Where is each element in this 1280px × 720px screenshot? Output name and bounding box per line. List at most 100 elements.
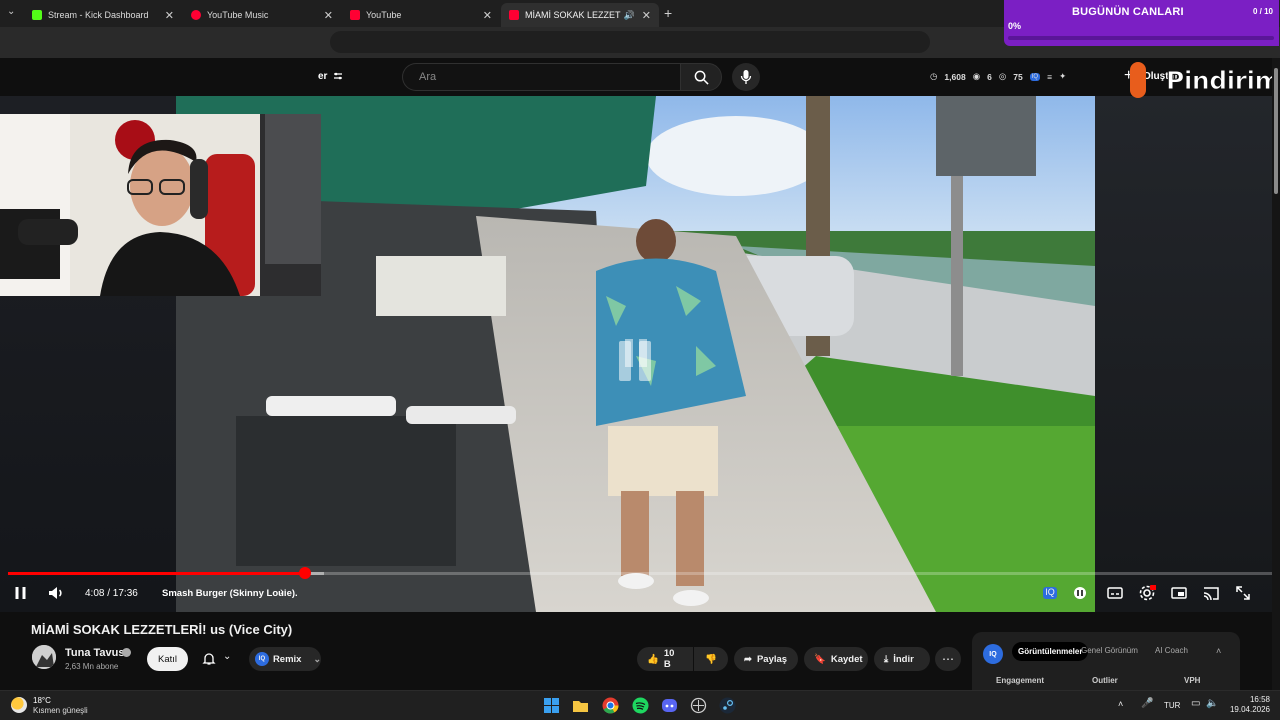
volume-icon[interactable]: 🔈 [1206,698,1218,709]
extension-stats: ◷ 1,608 ◉ 6 ◎ 75 IQ ≡ ✦ [930,71,1066,82]
chrome-icon[interactable] [602,697,619,714]
clock-icon: ◷ [930,71,938,81]
subtitles-icon[interactable] [1106,584,1124,602]
weather-temp[interactable]: 18°C [33,696,51,705]
thumbs-up-icon: 👍 [647,653,659,665]
channel-avatar[interactable] [32,645,56,669]
chevron-down-icon: ⌄ [313,653,321,664]
thumbs-down-icon: 👎 [705,653,717,665]
download-label: İndir [893,653,914,665]
autoplay-toggle-icon[interactable] [1071,584,1089,602]
download-icon: ⤓ [884,653,889,665]
tab-label: YouTube [366,10,402,20]
play-icon[interactable] [12,584,30,602]
new-tab-button[interactable]: + [664,5,672,21]
close-icon[interactable]: ✕ [324,9,333,22]
flame-icon [1130,62,1146,98]
iq-icon[interactable]: IQ [1029,72,1041,81]
video-details: MİAMİ SOKAK LEZZETLERİ! us (Vice City) T… [0,612,1280,690]
close-icon[interactable]: ✕ [483,9,492,22]
streamer-webcam [0,114,321,296]
search-icon [694,70,709,85]
avatar-icon [32,645,56,669]
dislike-button[interactable]: 👎 [694,647,728,671]
tab-youtube[interactable]: YouTube ✕ [342,3,500,27]
more-actions-button[interactable]: ⋯ [935,647,961,671]
tab-label: MİAMİ SOKAK LEZZETLERİ [525,10,621,20]
sparkle-icon[interactable]: ✦ [1059,71,1066,82]
clock-time[interactable]: 16:58 [1240,695,1270,704]
tab-overview[interactable]: Genel Görünüm [1081,646,1138,655]
tab-label: YouTube Music [207,10,269,20]
steam-icon[interactable] [719,697,736,714]
progress-scrubber[interactable] [299,567,312,579]
search-button[interactable] [680,63,722,91]
weather-description[interactable]: Kısmen güneşli [33,706,88,715]
time-display: 4:08 / 17:36 [85,588,138,599]
save-button[interactable]: 🔖 Kaydet [804,647,868,671]
fullscreen-icon[interactable] [1234,584,1252,602]
pause-indicator [620,336,652,370]
like-button[interactable]: 👍 10 B [637,647,693,671]
youtube-icon [509,10,519,20]
filter-icon[interactable] [333,71,343,81]
language-indicator[interactable]: TUR [1164,701,1180,710]
miniplayer-icon[interactable] [1170,584,1188,602]
channel-name[interactable]: Tuna Tavus [65,647,125,659]
tab-label: Stream - Kick Dashboard [48,10,149,20]
eye-icon: ◎ [998,71,1007,81]
cast-icon[interactable] [1202,584,1220,602]
tab-views[interactable]: Görüntülenmeler [1012,642,1089,661]
chevron-up-icon[interactable]: ˄ [1216,646,1221,656]
clock-date[interactable]: 19.04.2026 [1222,705,1270,714]
address-bar[interactable] [330,31,930,53]
remix-button[interactable]: IQ Remix ⌄ [249,647,321,671]
chapter-title[interactable]: Smash Burger (Skinny Louie). [162,588,298,599]
speaker-icon[interactable]: 🔊 [624,10,635,21]
tab-ai-coach[interactable]: AI Coach [1155,646,1188,655]
progress-bar[interactable] [8,567,1272,579]
tab-kick-dashboard[interactable]: Stream - Kick Dashboard ✕ [24,3,182,27]
close-icon[interactable]: ✕ [165,9,174,22]
tab-youtube-music[interactable]: YouTube Music ✕ [183,3,341,27]
youtube-icon [350,10,360,20]
file-explorer-icon[interactable] [572,697,589,714]
tab-miami-video[interactable]: MİAMİ SOKAK LEZZETLERİ 🔊 ✕ [501,3,659,27]
chevron-right-icon[interactable]: › [280,586,284,598]
remix-label: Remix [272,653,302,665]
bookmark-icon: 🔖 [814,653,826,665]
more-icon: ⋯ [942,652,954,666]
voice-search-button[interactable] [732,63,760,91]
steam-alt-icon[interactable] [690,697,707,714]
download-button[interactable]: ⤓ İndir [874,647,930,671]
search-input[interactable]: Ara [402,63,680,91]
network-icon[interactable]: ▭ [1191,698,1200,709]
volume-icon[interactable] [47,584,65,602]
eye-icon: ◉ [972,71,981,81]
scrollbar-thumb[interactable] [1274,68,1278,194]
analytics-panel: IQ Görüntülenmeler Genel Görünüm AI Coac… [972,632,1240,690]
close-icon[interactable]: ✕ [642,9,651,22]
join-button[interactable]: Katıl [147,647,188,671]
youtube-music-icon [191,10,201,20]
chevron-up-icon[interactable]: ˄ [1118,699,1123,709]
iq-icon[interactable]: IQ [1043,587,1057,599]
filter-label[interactable]: er [318,71,327,82]
windows-taskbar: 18°C Kısmen güneşli ˄ 🎤 TUR ▭ 🔈 16:58 19… [0,690,1280,720]
share-button[interactable]: ➦ Paylaş [734,647,798,671]
stat-likes: 6 [987,71,992,82]
tab-search-button[interactable]: ⌄ [7,6,15,17]
discord-icon[interactable] [661,697,678,714]
brand-text: Pindirim [1165,66,1280,96]
progress-played [8,572,306,575]
video-player[interactable]: 4:08 / 17:36 Smash Burger (Skinny Louie)… [0,96,1280,612]
settings-icon[interactable] [1138,584,1156,602]
spotify-icon[interactable] [632,697,649,714]
page-scrollbar[interactable] [1272,58,1280,690]
list-icon[interactable]: ≡ [1047,72,1052,82]
windows-start-icon[interactable] [543,697,560,714]
microphone-icon[interactable]: 🎤 [1141,698,1153,709]
youtube-masthead: er Ara ◷ 1,608 ◉ 6 ◎ 75 IQ ≡ ✦ + Oluştur [0,58,1280,96]
weather-icon[interactable] [11,697,27,713]
notifications-button[interactable]: ⌄ [196,647,242,671]
